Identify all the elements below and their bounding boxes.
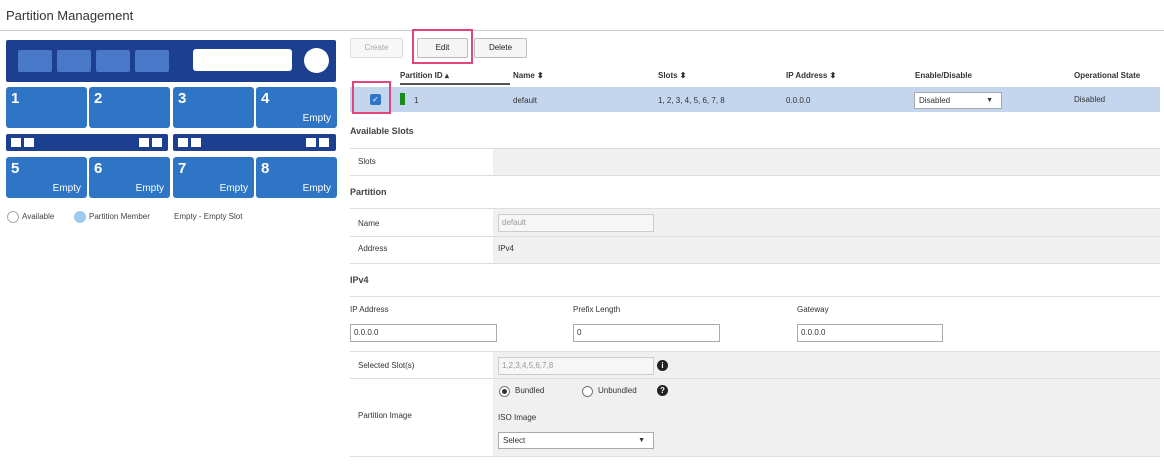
col-ip-address[interactable]: IP Address ⬍	[786, 71, 836, 80]
name-field[interactable]: default	[498, 214, 654, 232]
chevron-down-icon: ▼	[638, 437, 645, 444]
slot-7[interactable]: 7 Empty	[173, 157, 254, 198]
edit-button[interactable]: Edit	[417, 38, 468, 58]
chevron-down-icon: ▼	[986, 97, 993, 104]
divider	[350, 296, 1160, 297]
prefix-length-label: Prefix Length	[573, 305, 621, 314]
legend-empty: Empty - Empty Slot	[174, 212, 243, 221]
partition-image-label: Partition Image	[358, 411, 412, 420]
fan-module	[135, 50, 169, 72]
delete-button[interactable]: Delete	[474, 38, 527, 58]
slot-number: 2	[94, 90, 103, 107]
col-operational-state: Operational State	[1074, 71, 1141, 80]
enable-select-value: Disabled	[919, 96, 951, 105]
slot-connector-bar	[6, 134, 168, 151]
gateway-label: Gateway	[797, 305, 829, 314]
slot-number: 7	[178, 160, 187, 177]
slots-field	[493, 149, 1160, 175]
member-legend-icon	[74, 211, 86, 223]
selected-slots-label: Selected Slot(s)	[358, 361, 415, 370]
available-legend-icon	[7, 211, 19, 223]
slot-state: Empty	[302, 183, 331, 194]
table-row[interactable]	[350, 87, 1160, 112]
slot-number: 4	[261, 90, 270, 107]
sort-indicator	[400, 83, 510, 85]
enable-select[interactable]: Disabled ▼	[914, 92, 1002, 109]
slot-4[interactable]: 4 Empty	[256, 87, 337, 128]
divider	[350, 263, 1160, 264]
slot-number: 3	[178, 90, 187, 107]
page-title: Partition Management	[6, 8, 134, 23]
divider	[350, 175, 1160, 176]
divider	[350, 456, 1160, 457]
slot-state: Empty	[52, 183, 81, 194]
fan-module	[96, 50, 130, 72]
row-slots: 1, 2, 3, 4, 5, 6, 7, 8	[658, 96, 725, 105]
chassis-header	[6, 40, 336, 82]
legend-member: Partition Member	[89, 212, 150, 221]
title-divider	[0, 30, 1164, 31]
col-slots[interactable]: Slots ⬍	[658, 71, 686, 80]
slots-label: Slots	[358, 157, 376, 166]
address-value: IPv4	[498, 244, 515, 253]
fan-module	[18, 50, 52, 72]
col-name[interactable]: Name ⬍	[513, 71, 544, 80]
slot-number: 1	[11, 90, 20, 107]
divider	[350, 236, 1160, 237]
selected-slots-field: 1,2,3,4,5,6,7,8	[498, 357, 654, 375]
row-name: default	[513, 96, 538, 105]
ip-address-input[interactable]: 0.0.0.0	[350, 324, 497, 342]
divider	[350, 378, 1160, 379]
slot-number: 8	[261, 160, 270, 177]
iso-select-value: Select	[503, 436, 526, 445]
name-label: Name	[358, 219, 380, 228]
ip-address-label: IP Address	[350, 305, 389, 314]
row-op-state: Disabled	[1074, 95, 1106, 104]
status-indicator	[400, 93, 405, 105]
create-button[interactable]: Create	[350, 38, 403, 58]
unbundled-label: Unbundled	[598, 386, 637, 395]
gateway-input[interactable]: 0.0.0.0	[797, 324, 943, 342]
available-slots-heading: Available Slots	[350, 126, 414, 136]
help-icon[interactable]: ?	[657, 385, 668, 396]
unbundled-radio[interactable]	[582, 386, 593, 397]
slot-8[interactable]: 8 Empty	[256, 157, 337, 198]
slot-state: Empty	[302, 113, 331, 124]
col-enable-disable: Enable/Disable	[915, 71, 972, 80]
row-partition-id: 1	[414, 96, 419, 105]
slot-3[interactable]: 3	[173, 87, 254, 128]
iso-image-select[interactable]: Select ▼	[498, 432, 654, 449]
slot-number: 5	[11, 160, 20, 177]
slot-state: Empty	[219, 183, 248, 194]
slot-1[interactable]: 1	[6, 87, 87, 128]
slot-connector-bar	[173, 134, 336, 151]
info-icon[interactable]: i	[657, 360, 668, 371]
bundled-label: Bundled	[515, 386, 545, 395]
chassis-panel	[193, 49, 292, 71]
row-ip: 0.0.0.0	[786, 96, 811, 105]
row-checkbox[interactable]: ✓	[370, 94, 381, 105]
slot-number: 6	[94, 160, 103, 177]
partition-heading: Partition	[350, 187, 387, 197]
slot-5[interactable]: 5 Empty	[6, 157, 87, 198]
address-label: Address	[358, 244, 388, 253]
ipv4-heading: IPv4	[350, 275, 369, 285]
slot-2[interactable]: 2	[89, 87, 170, 128]
prefix-length-input[interactable]: 0	[573, 324, 720, 342]
col-partition-id[interactable]: Partition ID ▴	[400, 71, 449, 80]
slot-6[interactable]: 6 Empty	[89, 157, 170, 198]
fan-module	[57, 50, 91, 72]
legend-available: Available	[22, 212, 55, 221]
bundled-radio[interactable]	[499, 386, 510, 397]
power-knob	[304, 48, 329, 73]
iso-image-label: ISO Image	[498, 413, 537, 422]
slot-state: Empty	[135, 183, 164, 194]
